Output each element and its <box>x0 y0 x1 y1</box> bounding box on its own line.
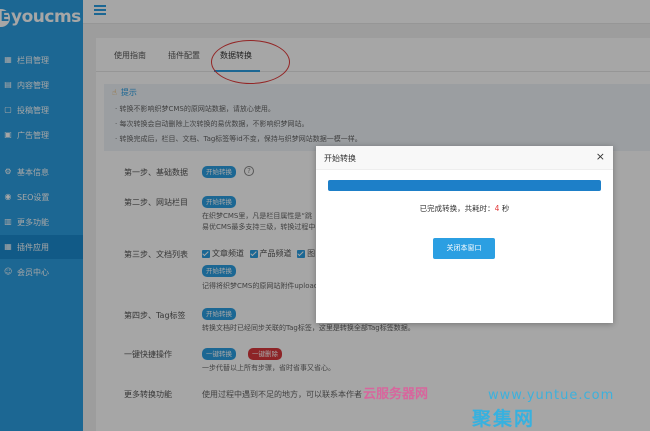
watermark-url: www.yuntue.com <box>488 388 615 403</box>
convert-dialog: 开始转换 × 已完成转换，共耗时：4 秒 关闭本窗口 <box>316 146 613 323</box>
message-suffix: 秒 <box>499 204 510 213</box>
watermark-logo: 聚集网 <box>472 408 536 430</box>
close-icon[interactable]: × <box>596 150 605 164</box>
dialog-header: 开始转换 × <box>316 146 613 170</box>
progress-fill <box>328 180 601 191</box>
dialog-title: 开始转换 <box>324 154 356 163</box>
close-window-button[interactable]: 关闭本窗口 <box>433 238 495 259</box>
progress-bar <box>328 180 601 191</box>
message-prefix: 已完成转换，共耗时： <box>419 204 495 213</box>
dialog-message: 已完成转换，共耗时：4 秒 <box>316 203 613 214</box>
watermark-text: 云服务器网 <box>363 387 429 402</box>
